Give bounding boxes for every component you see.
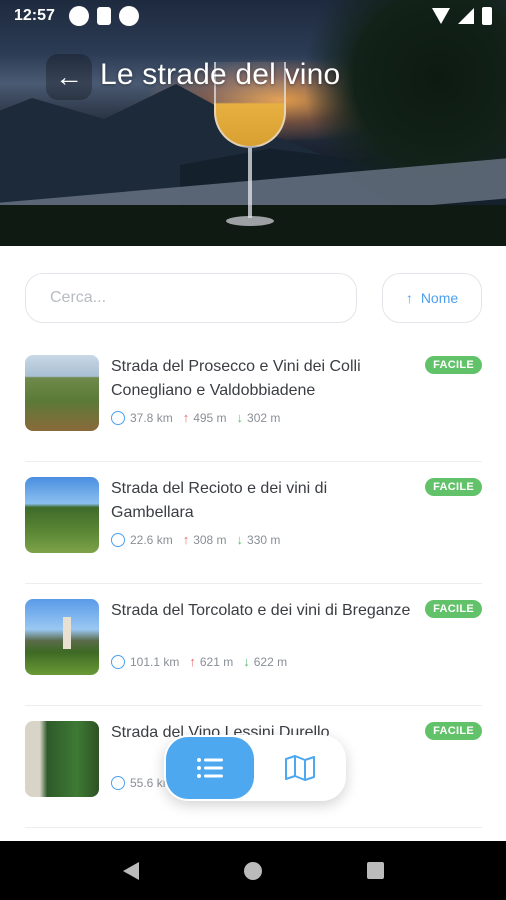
difficulty-badge: FACILE: [425, 600, 482, 618]
back-button[interactable]: ←: [46, 54, 92, 100]
route-descent: 622 m: [253, 654, 288, 669]
sort-label: Nome: [420, 290, 459, 306]
route-descent: 330 m: [247, 532, 281, 547]
difficulty-badge: FACILE: [425, 356, 482, 374]
search-input[interactable]: [50, 289, 330, 307]
route-distance: 37.8 km: [130, 410, 173, 425]
route-distance: 101.1 km: [130, 654, 180, 669]
wifi-icon: [432, 8, 450, 24]
signal-icon: [458, 8, 474, 24]
route-stats: 37.8 km ↑ 495 m ↓ 302 m: [111, 410, 280, 425]
system-nav-bar: [0, 841, 506, 900]
nav-back-icon[interactable]: [122, 861, 139, 880]
arrow-left-icon: ←: [55, 61, 83, 92]
distance-icon: [111, 410, 125, 425]
route-ascent: 495 m: [193, 410, 227, 425]
page-title: Le strade del vino: [100, 58, 341, 91]
header-image: [0, 0, 506, 246]
status-bar: 12:57: [0, 0, 506, 32]
distance-icon: [111, 532, 125, 547]
nav-recents-icon[interactable]: [366, 862, 384, 879]
route-distance: 22.6 km: [130, 532, 173, 547]
arrow-up-icon: ↑: [405, 290, 413, 306]
search-box[interactable]: [25, 273, 357, 323]
descent-icon: ↓: [243, 654, 250, 669]
ascent-icon: ↑: [182, 410, 190, 425]
ascent-icon: ↑: [189, 654, 196, 669]
nav-home-icon[interactable]: [243, 861, 262, 880]
difficulty-badge: FACILE: [425, 478, 482, 496]
list-item[interactable]: Strada del Prosecco e Vini dei Colli Con…: [25, 340, 482, 462]
map-view-button[interactable]: [256, 737, 344, 799]
route-stats: 101.1 km ↑ 621 m ↓ 622 m: [111, 654, 287, 669]
map-icon: [285, 755, 315, 781]
list-item[interactable]: Strada del Recioto e dei vini di Gambell…: [25, 462, 482, 584]
route-thumbnail: [25, 721, 99, 797]
distance-icon: [111, 776, 125, 790]
list-item[interactable]: Strada del Torcolato e dei vini di Brega…: [25, 584, 482, 706]
view-toggle: [164, 735, 346, 801]
route-stats: 22.6 km ↑ 308 m ↓ 330 m: [111, 532, 280, 547]
route-thumbnail: [25, 355, 99, 431]
route-thumbnail: [25, 599, 99, 675]
route-descent: 302 m: [247, 410, 281, 425]
status-time: 12:57: [14, 7, 55, 24]
route-ascent: 308 m: [193, 532, 227, 547]
descent-icon: ↓: [236, 532, 244, 547]
route-ascent: 621 m: [199, 654, 234, 669]
sd-card-icon: [96, 7, 111, 25]
sync-icon: [118, 6, 139, 26]
ascent-icon: ↑: [182, 532, 190, 547]
list-view-button[interactable]: [166, 737, 254, 799]
distance-icon: [111, 654, 125, 669]
difficulty-badge: FACILE: [425, 722, 482, 740]
route-name: Strada del Torcolato e dei vini di Brega…: [111, 602, 411, 619]
route-thumbnail: [25, 477, 99, 553]
notification-icon: [68, 6, 89, 26]
route-name: Strada del Prosecco e Vini dei Colli Con…: [111, 358, 361, 399]
battery-icon: [482, 7, 492, 25]
list-icon: [197, 758, 223, 778]
route-name: Strada del Recioto e dei vini di Gambell…: [111, 480, 328, 521]
descent-icon: ↓: [236, 410, 244, 425]
sort-button[interactable]: ↑ Nome: [382, 273, 482, 323]
